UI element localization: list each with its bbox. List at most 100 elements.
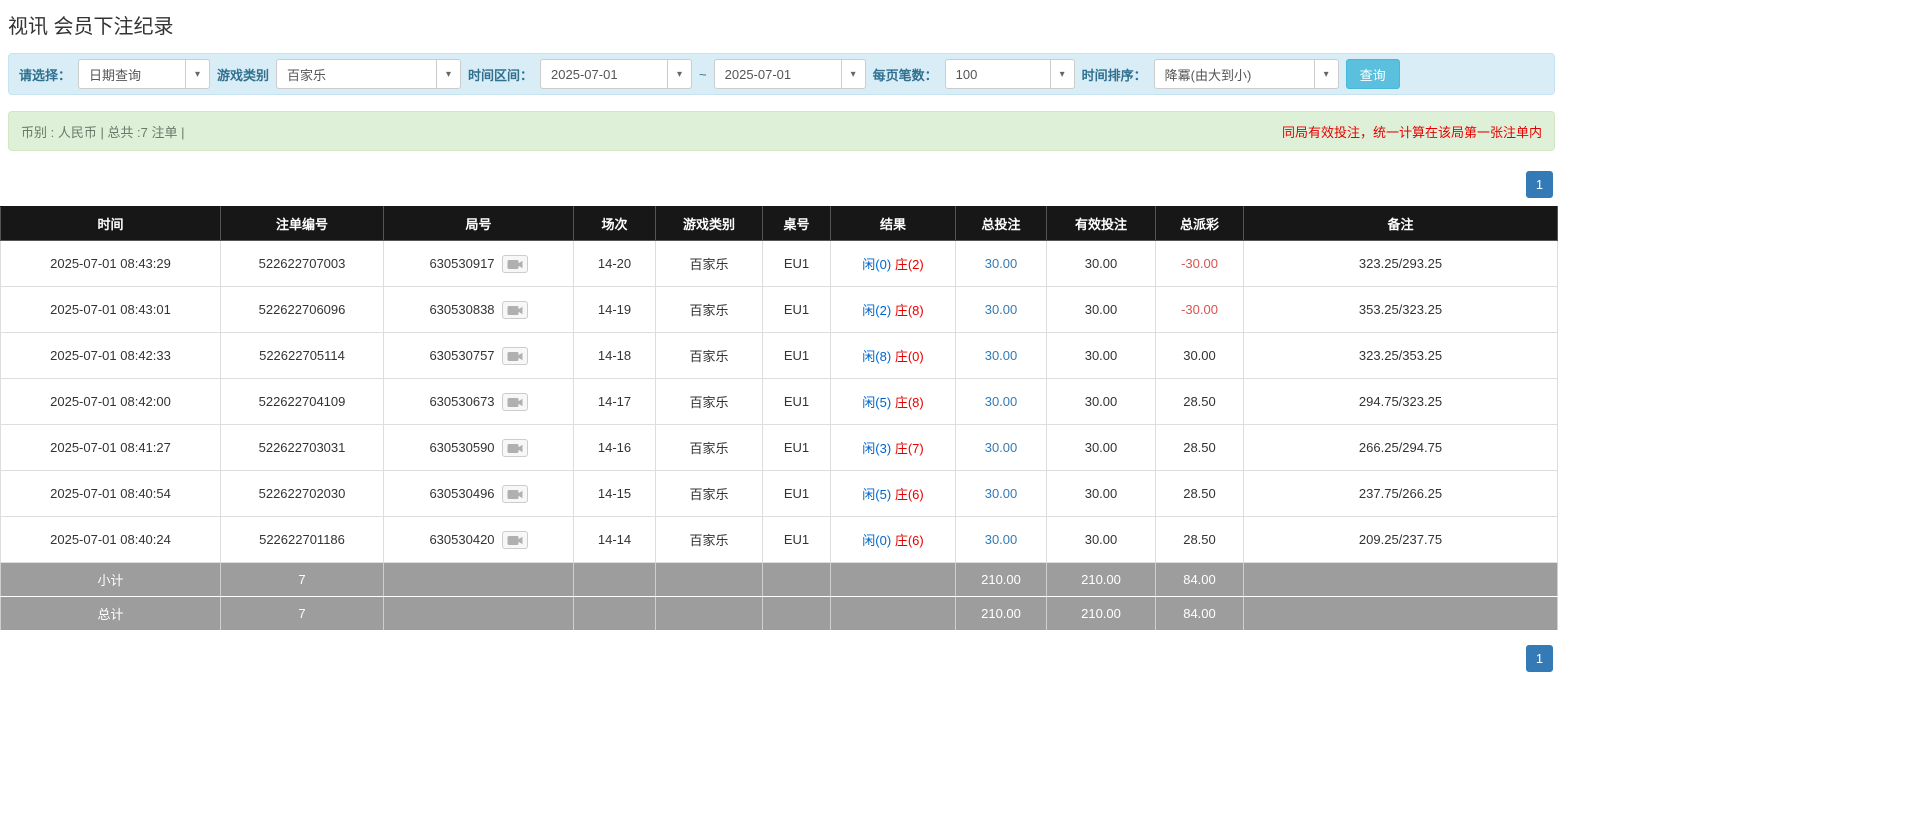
remark-cell: 266.25/294.75 [1244,425,1558,471]
date-from-select[interactable]: 2025-07-01 ▾ [540,59,692,89]
sort-select[interactable]: 降冪(由大到小) ▾ [1154,59,1339,89]
time-cell: 2025-07-01 08:42:33 [1,333,221,379]
total-bet-link[interactable]: 30.00 [985,394,1018,409]
payout-cell: 28.50 [1156,517,1244,563]
chevron-down-icon: ▾ [1050,60,1074,88]
video-replay-button[interactable] [502,439,528,457]
payout-value: -30.00 [1181,256,1218,271]
total-bet-link[interactable]: 30.00 [985,486,1018,501]
video-replay-button[interactable] [502,531,528,549]
table-row: 2025-07-01 08:43:29522622707003630530917… [1,241,1558,287]
total-bet-cell: 30.00 [956,471,1047,517]
chevron-down-icon: ▾ [1314,60,1338,88]
total-bet-link[interactable]: 30.00 [985,348,1018,363]
round-id: 630530917 [429,256,494,271]
video-replay-button[interactable] [502,255,528,273]
total-bet-link[interactable]: 30.00 [985,440,1018,455]
payout-value: 30.00 [1183,348,1216,363]
footer-empty-cell [831,563,956,597]
footer-count-cell: 7 [221,597,384,631]
footer-valid-bet-cell: 210.00 [1047,563,1156,597]
round-id: 630530420 [429,532,494,547]
payout-value: -30.00 [1181,302,1218,317]
page-number-button[interactable]: 1 [1526,645,1553,672]
time-cell: 2025-07-01 08:40:24 [1,517,221,563]
round-cell: 630530838 [384,287,574,333]
session-cell: 14-17 [574,379,656,425]
player-result: 闲(0) [862,533,891,548]
round-cell: 630530673 [384,379,574,425]
round-cell: 630530590 [384,425,574,471]
session-cell: 14-16 [574,425,656,471]
session-cell: 14-14 [574,517,656,563]
table-header: 时间 注单编号 局号 场次 游戏类别 桌号 结果 总投注 有效投注 总派彩 备注 [1,207,1558,241]
valid-bet-notice-text: 同局有效投注，统一计算在该局第一张注单内 [1282,122,1542,141]
video-replay-button[interactable] [502,347,528,365]
footer-count-cell: 7 [221,563,384,597]
page-title: 视讯 会员下注纪录 [8,10,1557,39]
total-bet-cell: 30.00 [956,333,1047,379]
round-cell: 630530420 [384,517,574,563]
session-cell: 14-19 [574,287,656,333]
session-cell: 14-18 [574,333,656,379]
total-bet-link[interactable]: 30.00 [985,256,1018,271]
video-replay-button[interactable] [502,301,528,319]
total-bet-cell: 30.00 [956,517,1047,563]
game-type-select[interactable]: 百家乐 ▾ [276,59,461,89]
player-result: 闲(8) [862,349,891,364]
session-cell: 14-20 [574,241,656,287]
summary-bar: 币别 : 人民币 | 总共 :7 注单 | 同局有效投注，统一计算在该局第一张注… [8,111,1555,151]
footer-total-bet-cell: 210.00 [956,597,1047,631]
round-id: 630530838 [429,302,494,317]
video-replay-button[interactable] [502,393,528,411]
round-cell: 630530757 [384,333,574,379]
game-type-cell: 百家乐 [656,287,763,333]
date-range-separator: ~ [699,67,707,82]
round-id: 630530496 [429,486,494,501]
col-header-game-type: 游戏类别 [656,207,763,241]
page-number-button[interactable]: 1 [1526,171,1553,198]
footer-total-bet-cell: 210.00 [956,563,1047,597]
sort-label: 时间排序： [1082,65,1147,84]
round-id: 630530757 [429,348,494,363]
date-to-select[interactable]: 2025-07-01 ▾ [714,59,866,89]
col-header-round: 局号 [384,207,574,241]
col-header-total-bet: 总投注 [956,207,1047,241]
player-result: 闲(5) [862,395,891,410]
game-type-label: 游戏类别 [217,65,269,84]
game-type-cell: 百家乐 [656,379,763,425]
remark-cell: 353.25/323.25 [1244,287,1558,333]
remark-cell: 294.75/323.25 [1244,379,1558,425]
query-type-select[interactable]: 日期查询 ▾ [78,59,210,89]
total-bet-link[interactable]: 30.00 [985,302,1018,317]
search-button[interactable]: 查询 [1346,59,1400,89]
banker-result: 庄(6) [895,533,924,548]
valid-bet-cell: 30.00 [1047,517,1156,563]
video-replay-button[interactable] [502,485,528,503]
payout-cell: 28.50 [1156,471,1244,517]
payout-value: 28.50 [1183,440,1216,455]
time-cell: 2025-07-01 08:43:01 [1,287,221,333]
chevron-down-icon: ▾ [667,60,691,88]
video-icon [507,535,523,550]
page-size-select[interactable]: 100 ▾ [945,59,1075,89]
video-icon [507,305,523,320]
round-cell: 630530917 [384,241,574,287]
footer-empty-cell [763,563,831,597]
col-header-remark: 备注 [1244,207,1558,241]
col-header-bet-id: 注单编号 [221,207,384,241]
total-bet-link[interactable]: 30.00 [985,532,1018,547]
footer-empty-cell [574,563,656,597]
table-no-cell: EU1 [763,379,831,425]
remark-cell: 237.75/266.25 [1244,471,1558,517]
total-bet-cell: 30.00 [956,241,1047,287]
player-result: 闲(0) [862,257,891,272]
bet-id-cell: 522622703031 [221,425,384,471]
bet-records-table: 时间 注单编号 局号 场次 游戏类别 桌号 结果 总投注 有效投注 总派彩 备注… [0,206,1558,631]
banker-result: 庄(7) [895,441,924,456]
pagination-bottom: 1 [0,645,1553,672]
video-icon [507,443,523,458]
col-header-result: 结果 [831,207,956,241]
table-no-cell: EU1 [763,333,831,379]
query-type-label: 请选择： [19,65,71,84]
